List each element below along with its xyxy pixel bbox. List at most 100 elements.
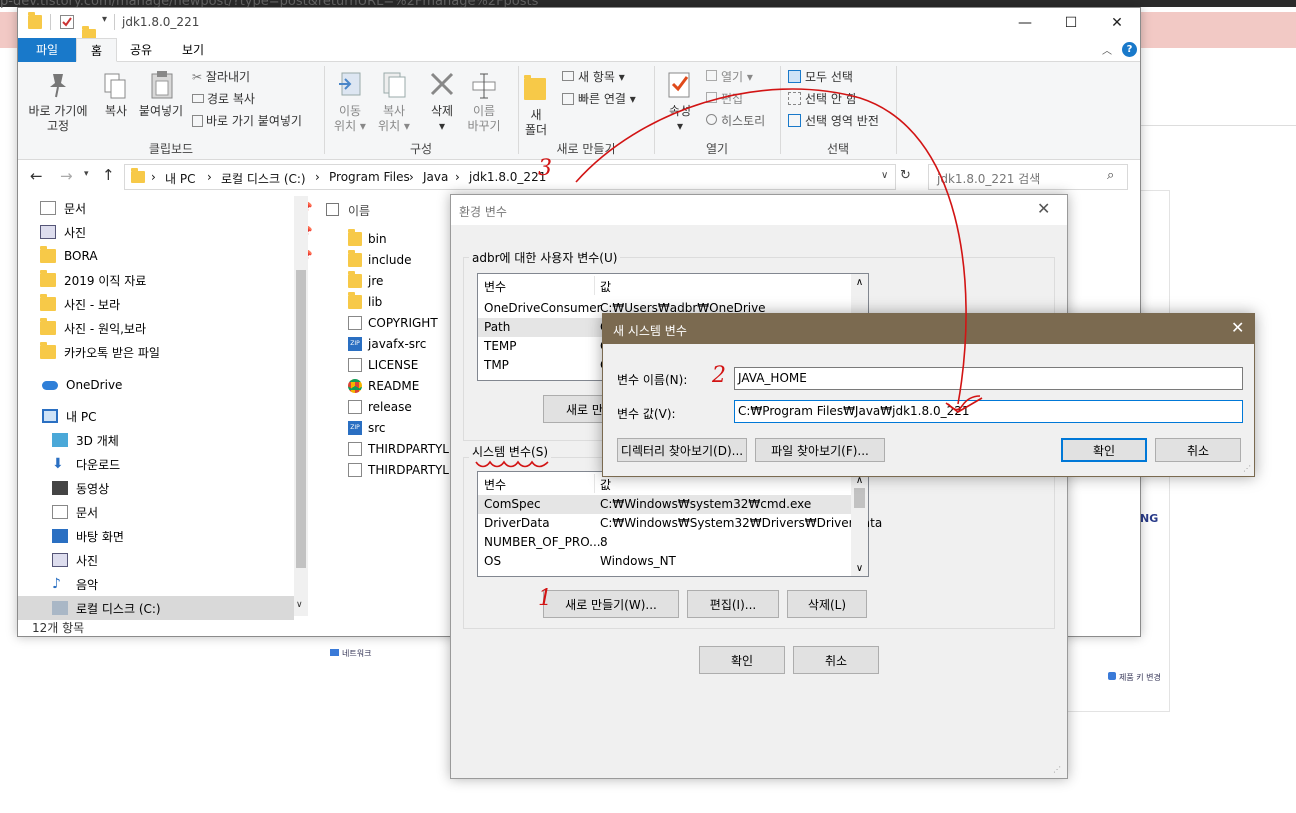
file-row-jre[interactable]: jre	[348, 270, 383, 291]
new-var-ok-button[interactable]: 확인	[1061, 438, 1147, 462]
variable-value-input[interactable]: C:₩Program Files₩Java₩jdk1.8.0_221	[734, 400, 1243, 423]
system-variables-list[interactable]: 변수 값 ComSpec C:₩Windows₩system32₩cmd.exe D…	[477, 471, 882, 577]
file-row-thirdpartylic-2[interactable]: THIRDPARTYLIC	[348, 459, 461, 480]
refresh-icon[interactable]: ↻	[900, 168, 911, 183]
browse-file-button[interactable]: 파일 찾아보기(F)...	[755, 438, 885, 462]
new-item-button[interactable]: 새 항목 ▾	[562, 68, 625, 85]
delete-button[interactable]: 삭제 ▾	[422, 104, 462, 134]
copy-button[interactable]: 복사	[96, 104, 136, 119]
close-icon[interactable]: ✕	[1231, 318, 1244, 337]
copy-path-button[interactable]: 경로 복사	[192, 90, 255, 107]
breadcrumb-java[interactable]: Java	[423, 170, 448, 184]
paste-shortcut-button[interactable]: 바로 가기 붙여넣기	[192, 112, 302, 129]
file-row-bin[interactable]: bin	[348, 228, 387, 249]
scroll-down-icon[interactable]: ∨	[296, 600, 303, 610]
search-input[interactable]: jdk1.8.0_221 검색 ⌕	[928, 164, 1128, 190]
table-row[interactable]: DriverData C:₩Windows₩System32₩Drivers₩Dr…	[478, 514, 882, 533]
rename-button[interactable]: 이름 바꾸기	[462, 104, 506, 134]
close-icon[interactable]: ✕	[1037, 199, 1050, 218]
ribbon-collapse-icon[interactable]: ︿	[1102, 42, 1112, 57]
address-dropdown-icon[interactable]: ∨	[881, 170, 888, 181]
user-new-button[interactable]: 새로 만	[543, 395, 609, 423]
nav-scrollbar-thumb[interactable]	[296, 270, 306, 568]
nav-item-documents-pc[interactable]: 문서	[52, 500, 98, 524]
file-row-copyright[interactable]: COPYRIGHT	[348, 312, 438, 333]
nav-item-pictures-pc[interactable]: 사진	[52, 548, 98, 572]
tab-file[interactable]: 파일	[18, 38, 76, 62]
file-row-include[interactable]: include	[348, 249, 411, 270]
invert-selection-button[interactable]: 선택 영역 반전	[788, 112, 879, 129]
properties-quick-icon[interactable]	[60, 15, 74, 29]
system-list-scrollbar[interactable]: ∧ ∨	[851, 472, 868, 576]
file-row-release[interactable]: release	[348, 396, 412, 417]
file-row-license[interactable]: LICENSE	[348, 354, 418, 375]
breadcrumb-local-disk[interactable]: 로컬 디스크 (C:)	[221, 170, 306, 187]
nav-item-onedrive[interactable]: OneDrive	[42, 373, 122, 397]
history-button[interactable]: 히스토리	[706, 112, 765, 129]
move-to-button[interactable]: 이동 위치 ▾	[328, 104, 372, 134]
scroll-up-icon[interactable]: ∧	[851, 277, 868, 288]
forward-arrow-icon[interactable]: →	[60, 167, 73, 185]
nav-item-bora[interactable]: BORA📌	[40, 244, 312, 268]
system-new-button[interactable]: 새로 만들기(W)...	[543, 590, 679, 618]
maximize-icon[interactable]: ☐	[1048, 8, 1094, 38]
column-header-name[interactable]: 이름	[348, 202, 370, 219]
nav-item-music[interactable]: ♪ 음악	[52, 572, 98, 596]
breadcrumb-this-pc[interactable]: 내 PC	[165, 170, 195, 187]
new-var-cancel-button[interactable]: 취소	[1155, 438, 1241, 462]
breadcrumb-jdk[interactable]: jdk1.8.0_221	[469, 170, 546, 184]
back-arrow-icon[interactable]: ←	[30, 167, 43, 185]
resize-grip-icon[interactable]: ⋰	[1053, 765, 1061, 774]
file-row-src[interactable]: ZIP src	[348, 417, 386, 438]
nav-item-documents[interactable]: 문서📌	[40, 196, 312, 220]
browse-directory-button[interactable]: 디렉터리 찾아보기(D)...	[617, 438, 747, 462]
select-none-button[interactable]: 선택 안 함	[788, 90, 857, 107]
select-all-checkbox[interactable]	[326, 203, 339, 216]
address-bar[interactable]: › 내 PC › 로컬 디스크 (C:) › Program Files › J…	[124, 164, 896, 190]
copy-to-button[interactable]: 복사 위치 ▾	[372, 104, 416, 134]
tab-share[interactable]: 공유	[116, 38, 166, 62]
cut-button[interactable]: ✂ 잘라내기	[192, 68, 250, 85]
nav-item-photos-bora[interactable]: 사진 - 보라	[40, 292, 120, 316]
select-all-button[interactable]: 모두 선택	[788, 68, 853, 85]
nav-item-kakaotalk[interactable]: 카카오톡 받은 파일	[40, 340, 160, 364]
file-row-readme[interactable]: README	[348, 375, 419, 396]
file-row-javafx-src[interactable]: ZIP javafx-src	[348, 333, 426, 354]
paste-button[interactable]: 붙여넣기	[136, 104, 186, 119]
system-delete-button[interactable]: 삭제(L)	[787, 590, 867, 618]
table-row[interactable]: ComSpec C:₩Windows₩system32₩cmd.exe	[478, 495, 852, 514]
nav-item-photos-wonik[interactable]: 사진 - 원익,보라	[40, 316, 146, 340]
breadcrumb-program-files[interactable]: Program Files	[329, 170, 410, 184]
file-row-lib[interactable]: lib	[348, 291, 382, 312]
close-icon[interactable]: ✕	[1094, 8, 1140, 38]
variable-name-input[interactable]: JAVA_HOME	[734, 367, 1243, 390]
table-row[interactable]: OS Windows_NT	[478, 552, 852, 571]
resize-grip-icon[interactable]: ⋰	[1243, 464, 1251, 473]
nav-item-this-pc[interactable]: 내 PC	[42, 404, 96, 428]
scroll-down-icon[interactable]: ∨	[851, 563, 868, 574]
easy-access-button[interactable]: 빠른 연결 ▾	[562, 90, 636, 107]
properties-button[interactable]: 속성 ▾	[660, 104, 700, 134]
nav-item-downloads[interactable]: ⬇ 다운로드	[52, 452, 120, 476]
tab-view[interactable]: 보기	[168, 38, 218, 62]
nav-item-pictures[interactable]: 사진📌	[40, 220, 312, 244]
pin-quick-access-button[interactable]: 바로 가기에 고정	[22, 104, 94, 134]
new-folder-button[interactable]: 새 폴더	[518, 108, 554, 138]
minimize-icon[interactable]: —	[1002, 8, 1048, 38]
nav-item-videos[interactable]: 동영상	[52, 476, 109, 500]
system-edit-button[interactable]: 편집(I)...	[687, 590, 779, 618]
recent-dropdown-icon[interactable]: ▾	[84, 169, 89, 179]
nav-item-2019[interactable]: 2019 이직 자료	[40, 268, 146, 292]
tab-home[interactable]: 홈	[76, 38, 118, 62]
help-icon[interactable]: ?	[1122, 42, 1137, 57]
quick-access-dropdown-icon[interactable]: ▾	[102, 14, 107, 25]
up-arrow-icon[interactable]: ↑	[102, 166, 115, 184]
scrollbar-thumb[interactable]	[854, 488, 865, 508]
edit-button[interactable]: 편집	[706, 90, 743, 107]
open-button[interactable]: 열기 ▾	[706, 68, 753, 85]
table-row[interactable]: NUMBER_OF_PRO... 8	[478, 533, 852, 552]
env-cancel-button[interactable]: 취소	[793, 646, 879, 674]
nav-item-desktop[interactable]: 바탕 화면	[52, 524, 124, 548]
env-ok-button[interactable]: 확인	[699, 646, 785, 674]
nav-item-3d-objects[interactable]: 3D 개체	[52, 428, 119, 452]
